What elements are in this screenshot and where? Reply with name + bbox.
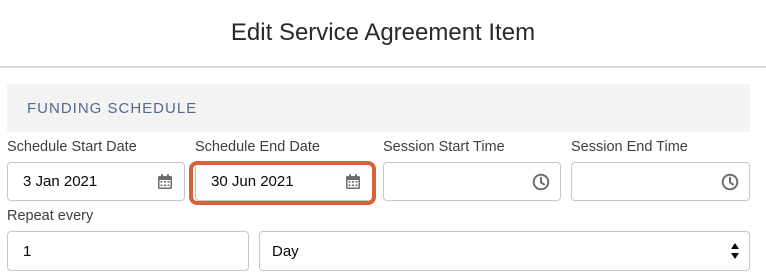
modal-title: Edit Service Agreement Item <box>230 19 536 46</box>
section-header-funding-schedule: FUNDING SCHEDULE <box>7 84 750 132</box>
session-start-time-label: Session Start Time <box>383 139 505 155</box>
session-end-time-label: Session End Time <box>571 139 688 155</box>
schedule-start-date-label: Schedule Start Date <box>7 139 137 155</box>
repeat-unit-value: Day <box>272 242 299 260</box>
session-end-time-input[interactable] <box>571 162 750 201</box>
schedule-end-date-input[interactable]: 30 Jun 2021 <box>195 162 373 201</box>
schedule-start-date-input[interactable]: 3 Jan 2021 <box>7 162 185 201</box>
calendar-icon[interactable] <box>344 173 362 191</box>
modal-header: Edit Service Agreement Item <box>0 0 766 68</box>
repeat-unit-select[interactable]: Day <box>259 231 750 271</box>
select-arrows-icon <box>731 243 739 259</box>
repeat-every-value: 1 <box>23 242 32 260</box>
schedule-end-date-label: Schedule End Date <box>195 139 320 155</box>
clock-icon[interactable] <box>721 173 739 191</box>
calendar-icon[interactable] <box>156 173 174 191</box>
repeat-every-label: Repeat every <box>7 208 94 224</box>
repeat-every-input[interactable]: 1 <box>7 231 249 271</box>
section-title: FUNDING SCHEDULE <box>27 99 198 117</box>
clock-icon[interactable] <box>532 173 550 191</box>
session-start-time-input[interactable] <box>383 162 561 201</box>
